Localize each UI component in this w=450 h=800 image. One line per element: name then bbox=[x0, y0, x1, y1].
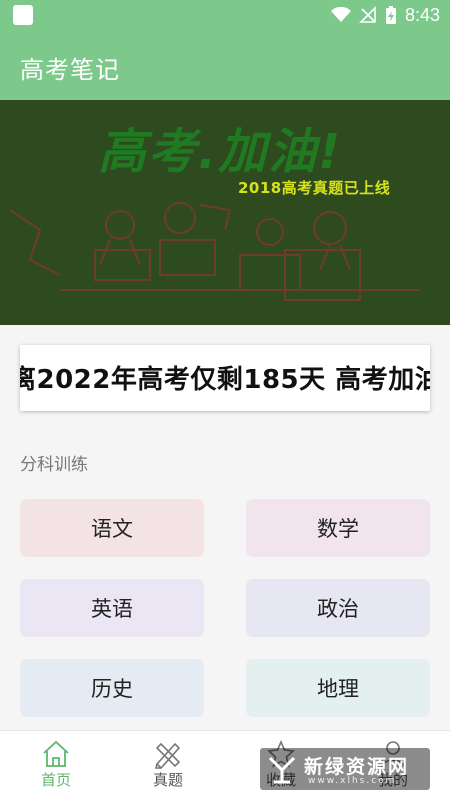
banner-subline: 2018高考真题已上线 bbox=[238, 179, 391, 197]
nav-item-home[interactable]: 首页 bbox=[0, 731, 112, 800]
subject-button-politics[interactable]: 政治 bbox=[246, 579, 430, 637]
app-title: 高考笔记 bbox=[20, 56, 120, 84]
subject-button-geography[interactable]: 地理 bbox=[246, 659, 430, 717]
clock: 8:43 bbox=[404, 4, 440, 25]
watermark: 新绿资源网 www.xlhs.com bbox=[260, 748, 430, 790]
home-icon bbox=[43, 740, 69, 767]
banner-image[interactable]: 高考.加油! 2018高考真题已上线 bbox=[0, 100, 450, 325]
status-bar: 8:43 bbox=[0, 0, 450, 30]
pencil-ruler-icon bbox=[154, 742, 181, 769]
status-icons: 8:43 bbox=[330, 4, 440, 26]
subject-button-math[interactable]: 数学 bbox=[246, 499, 430, 557]
watermark-text: 新绿资源网 bbox=[304, 756, 410, 778]
section-label: 分科训练 bbox=[20, 455, 88, 475]
battery-charging-icon bbox=[385, 6, 396, 24]
watermark-url: www.xlhs.com bbox=[308, 776, 397, 786]
banner-headline: 高考.加油! bbox=[98, 124, 343, 180]
app-bar: 高考笔记 bbox=[0, 30, 450, 100]
subject-button-history[interactable]: 历史 bbox=[20, 659, 204, 717]
nav-item-exams[interactable]: 真题 bbox=[112, 731, 224, 800]
notification-icon bbox=[13, 5, 33, 25]
watermark-logo-icon bbox=[268, 756, 296, 784]
wifi-icon bbox=[330, 7, 351, 22]
no-signal-icon bbox=[359, 6, 376, 23]
nav-label-home: 首页 bbox=[40, 771, 71, 789]
nav-label-exams: 真题 bbox=[152, 771, 183, 789]
subject-button-english[interactable]: 英语 bbox=[20, 579, 204, 637]
subject-button-chinese[interactable]: 语文 bbox=[20, 499, 204, 557]
countdown-ticker: 离2022年高考仅剩185天 高考加油 bbox=[20, 345, 430, 411]
countdown-text: 离2022年高考仅剩185天 高考加油 bbox=[20, 365, 430, 395]
